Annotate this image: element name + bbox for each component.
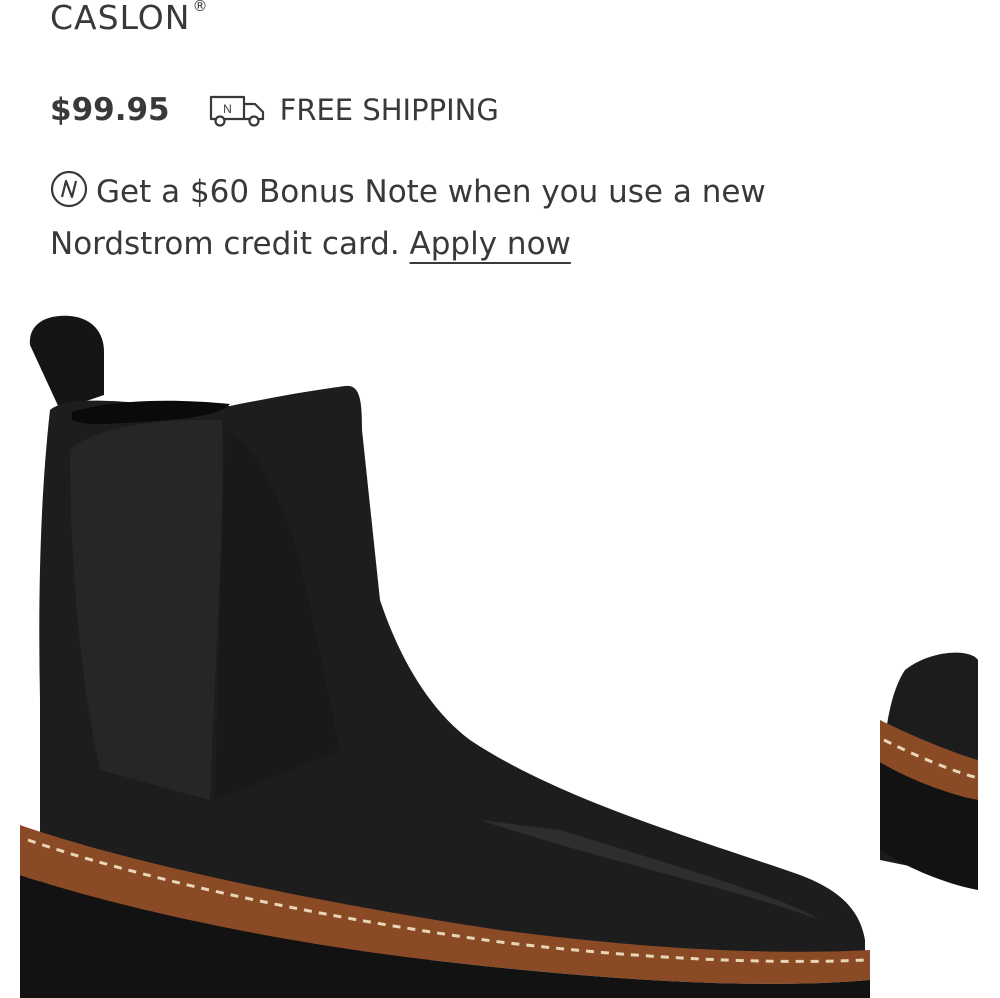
- truck-icon: N: [209, 95, 264, 127]
- nordstrom-note-icon: [50, 170, 88, 208]
- brand-label[interactable]: CASLON: [50, 0, 190, 37]
- apply-now-link[interactable]: Apply now: [410, 226, 571, 262]
- registered-mark: ®: [192, 0, 209, 15]
- product-price: $99.95: [50, 92, 170, 128]
- brand-name[interactable]: CASLON ®: [50, 0, 208, 38]
- bonus-note-text: Get a $60 Bonus Note when you use a new …: [50, 174, 766, 262]
- product-image[interactable]: [0, 300, 1000, 998]
- product-detail-page: CASLON ® $99.95 N FREE SHIPPING Get a $60…: [0, 0, 1000, 998]
- svg-text:N: N: [223, 102, 232, 116]
- bonus-note-promo: Get a $60 Bonus Note when you use a new …: [50, 166, 810, 270]
- free-shipping-label: FREE SHIPPING: [279, 93, 499, 127]
- price-row: $99.95 N FREE SHIPPING: [50, 88, 499, 132]
